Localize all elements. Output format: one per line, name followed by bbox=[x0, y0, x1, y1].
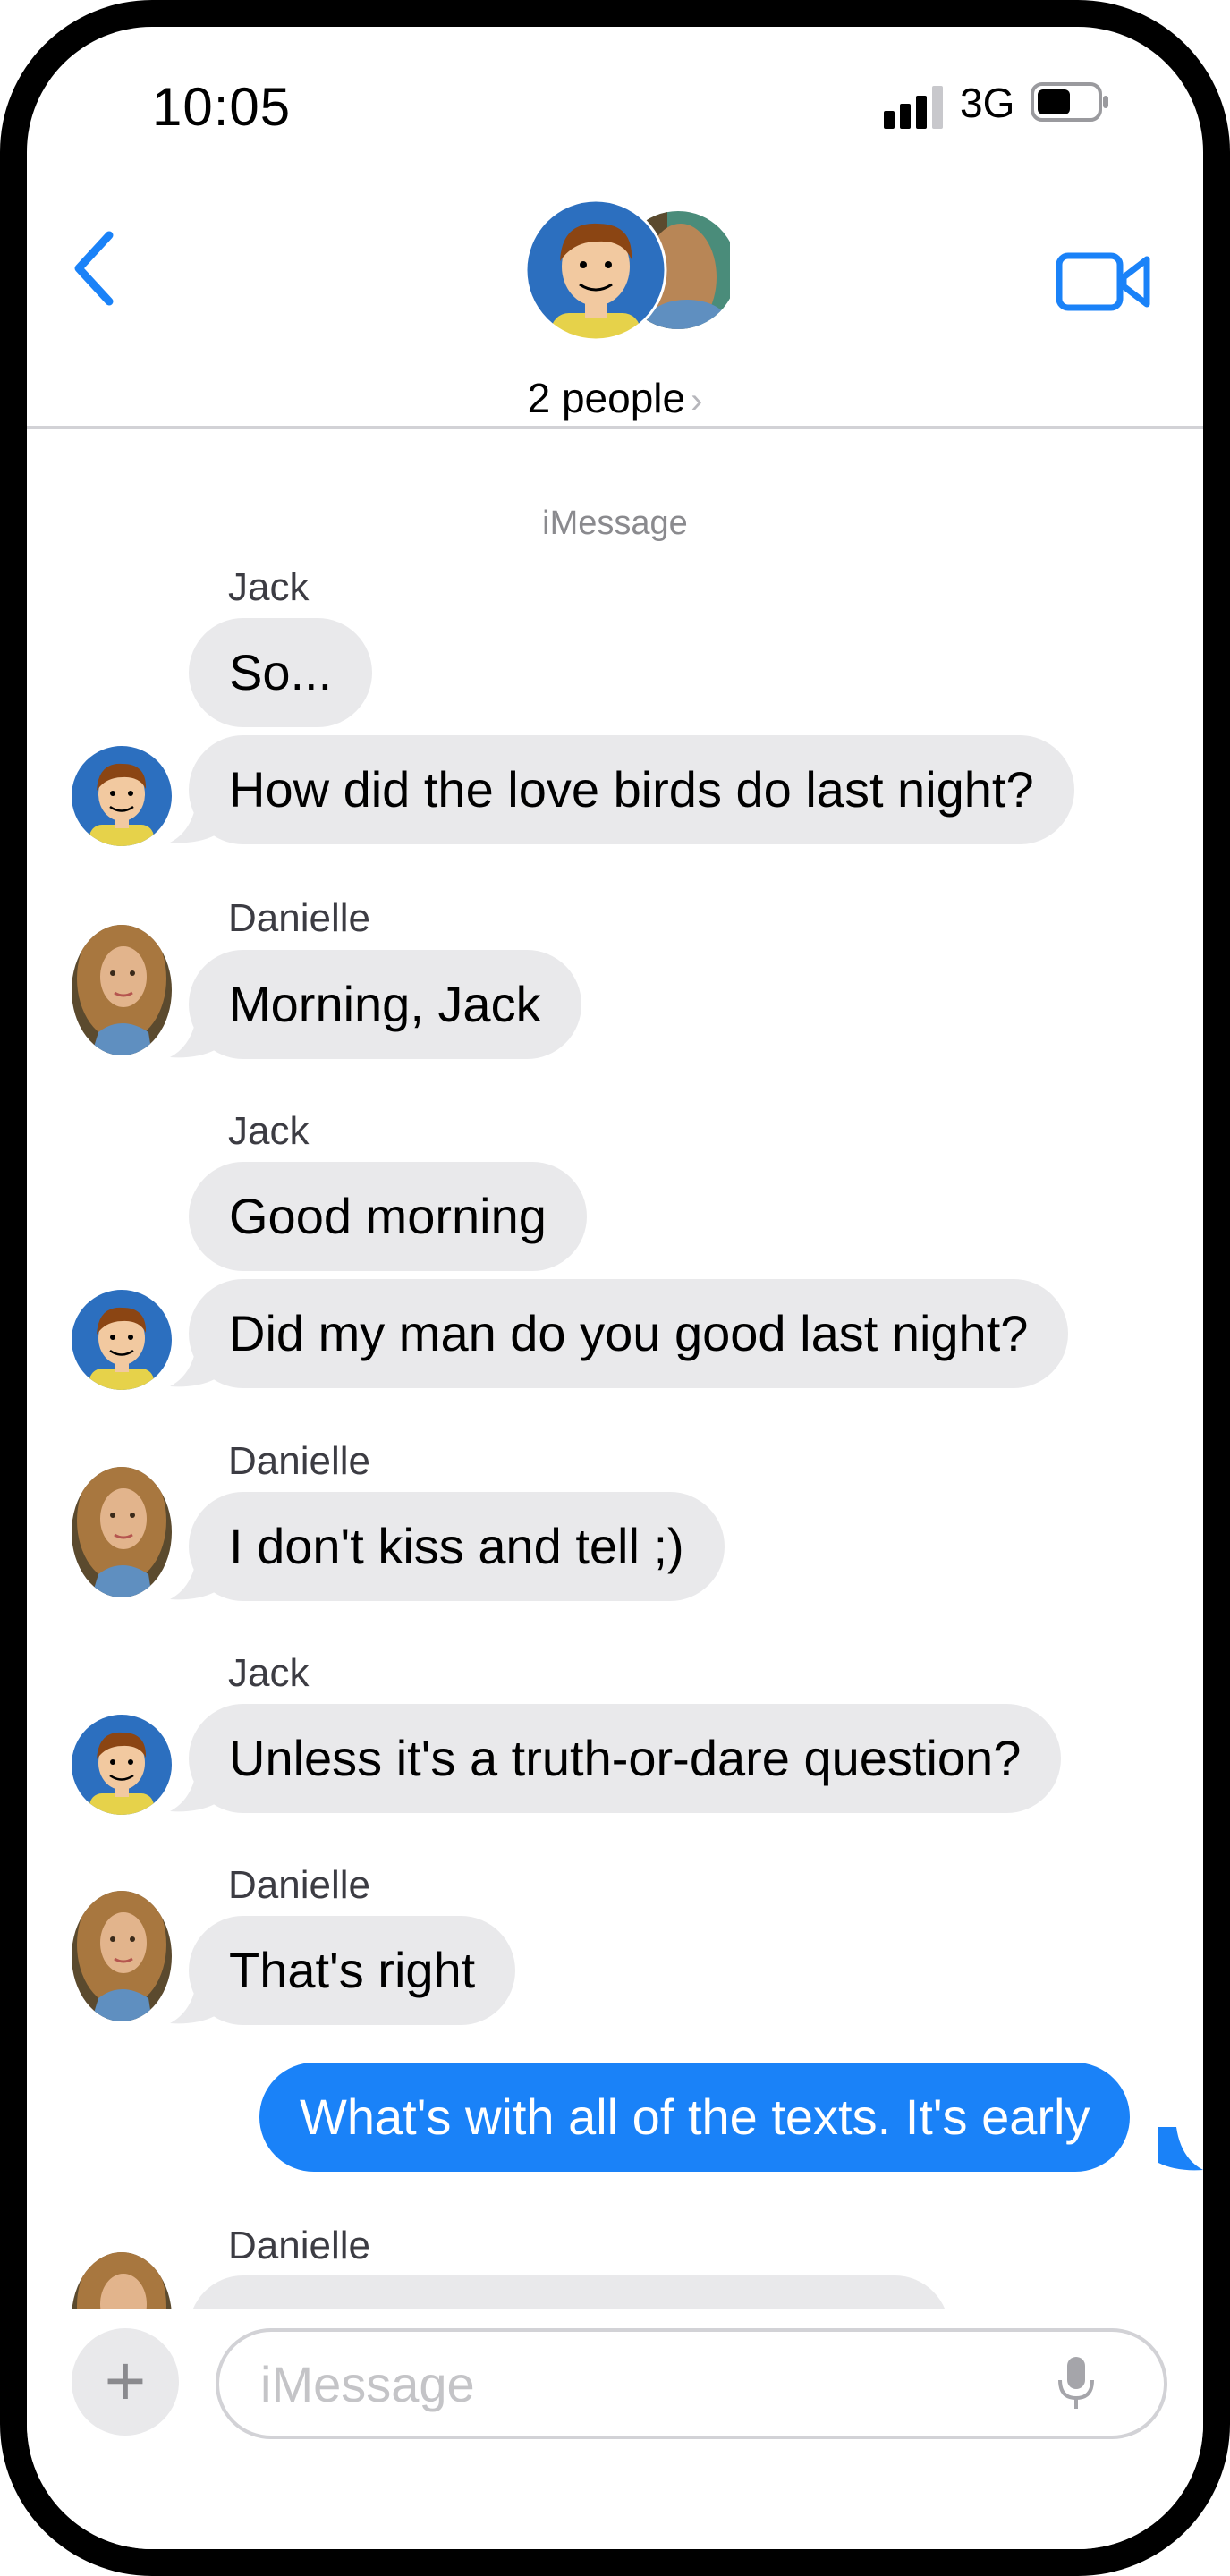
sender-name: Danielle bbox=[228, 896, 370, 940]
avatar[interactable] bbox=[72, 1290, 172, 1390]
service-label: iMessage bbox=[542, 504, 688, 542]
network-type: 3G bbox=[960, 80, 1015, 126]
message-thread[interactable]: iMessage Jack So... How did the love bir… bbox=[27, 431, 1203, 2309]
sender-name: Danielle bbox=[228, 2224, 370, 2267]
microphone-icon[interactable] bbox=[1056, 2355, 1097, 2412]
danielle-avatar-image bbox=[72, 2252, 172, 2309]
participants-button[interactable]: 2 people › bbox=[27, 374, 1203, 422]
status-time: 10:05 bbox=[152, 77, 292, 137]
danielle-avatar-image bbox=[72, 1467, 172, 1597]
danielle-avatar-image bbox=[72, 1891, 172, 2021]
back-chevron-icon[interactable] bbox=[63, 219, 125, 318]
avatar[interactable] bbox=[72, 925, 172, 1055]
avatar[interactable] bbox=[72, 1715, 172, 1815]
group-avatar[interactable] bbox=[524, 197, 730, 349]
signal-icon bbox=[884, 86, 943, 129]
bubble-tail bbox=[1158, 2127, 1203, 2171]
jack-avatar-image bbox=[89, 763, 154, 846]
bubble-tail bbox=[170, 1014, 215, 1058]
message-bubble[interactable]: I don't kiss and tell ;) bbox=[189, 1492, 725, 1601]
message-bubble[interactable]: How did the love birds do last night? bbox=[189, 735, 1074, 844]
avatar[interactable] bbox=[72, 1467, 172, 1597]
bubble-tail bbox=[170, 1768, 215, 1812]
message-bubble[interactable] bbox=[189, 2275, 949, 2309]
avatar[interactable] bbox=[72, 746, 172, 846]
message-bubble[interactable]: Did my man do you good last night? bbox=[189, 1279, 1069, 1388]
battery-icon bbox=[1031, 82, 1108, 122]
bubble-tail bbox=[170, 1980, 215, 2024]
danielle-avatar-image bbox=[72, 925, 172, 1055]
bubble-tail bbox=[170, 1343, 215, 1387]
video-camera-icon[interactable] bbox=[1056, 250, 1152, 313]
avatar[interactable] bbox=[72, 2252, 172, 2309]
message-bubble[interactable]: Unless it's a truth-or-dare question? bbox=[189, 1704, 1062, 1813]
message-input[interactable] bbox=[216, 2328, 1167, 2439]
screen: 10:05 3G 2 people › iMessage Jack So... … bbox=[27, 27, 1203, 2549]
sender-name: Danielle bbox=[228, 1863, 370, 1907]
sender-name: Jack bbox=[228, 1651, 310, 1695]
avatar[interactable] bbox=[72, 1891, 172, 2021]
sender-name: Danielle bbox=[228, 1439, 370, 1483]
chevron-right-icon: › bbox=[691, 381, 703, 420]
phone-frame: 10:05 3G 2 people › iMessage Jack So... … bbox=[0, 0, 1230, 2576]
message-bubble[interactable]: Good morning bbox=[189, 1162, 587, 1271]
outgoing-message-bubble[interactable]: What's with all of the texts. It's early bbox=[259, 2063, 1131, 2172]
message-bubble[interactable]: So... bbox=[189, 618, 373, 727]
sender-name: Jack bbox=[228, 1109, 310, 1153]
plus-icon[interactable]: + bbox=[72, 2328, 179, 2436]
jack-avatar-image bbox=[89, 1732, 154, 1815]
jack-avatar-image bbox=[89, 1307, 154, 1390]
bubble-tail bbox=[170, 800, 215, 843]
sender-name: Jack bbox=[228, 565, 310, 609]
bubble-tail bbox=[170, 1556, 215, 1600]
message-bubble[interactable]: Morning, Jack bbox=[189, 950, 581, 1059]
message-bubble[interactable]: That's right bbox=[189, 1916, 516, 2025]
header-divider bbox=[27, 426, 1203, 429]
participants-label: 2 people bbox=[527, 375, 686, 421]
